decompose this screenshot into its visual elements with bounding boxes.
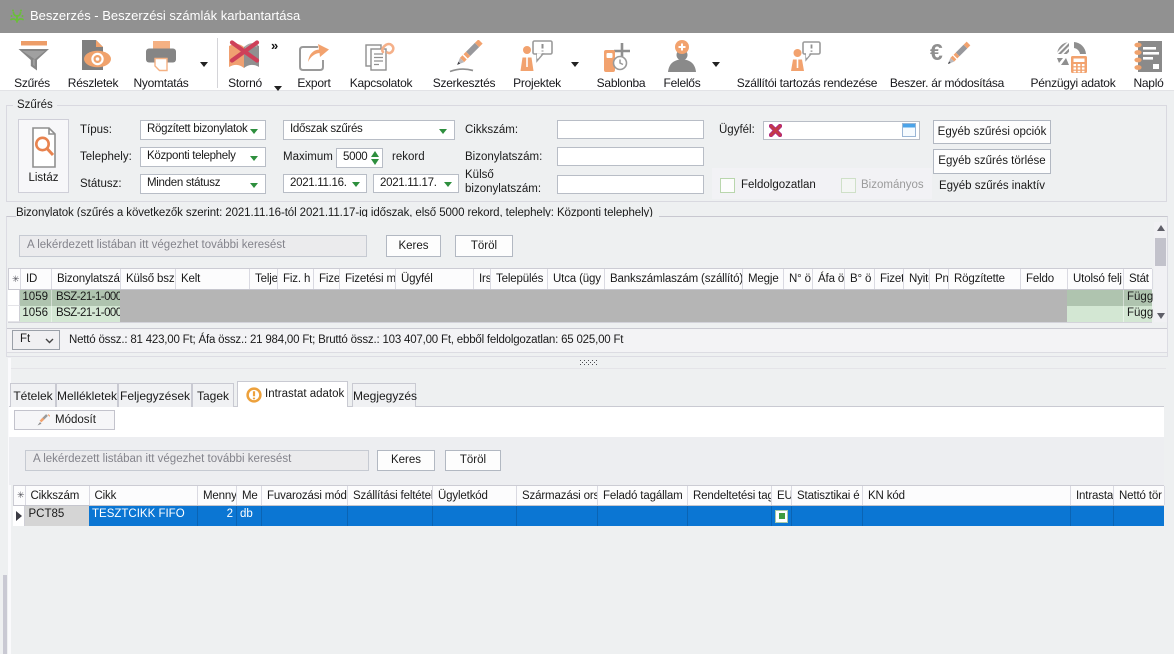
svg-text:€: € xyxy=(930,40,943,65)
